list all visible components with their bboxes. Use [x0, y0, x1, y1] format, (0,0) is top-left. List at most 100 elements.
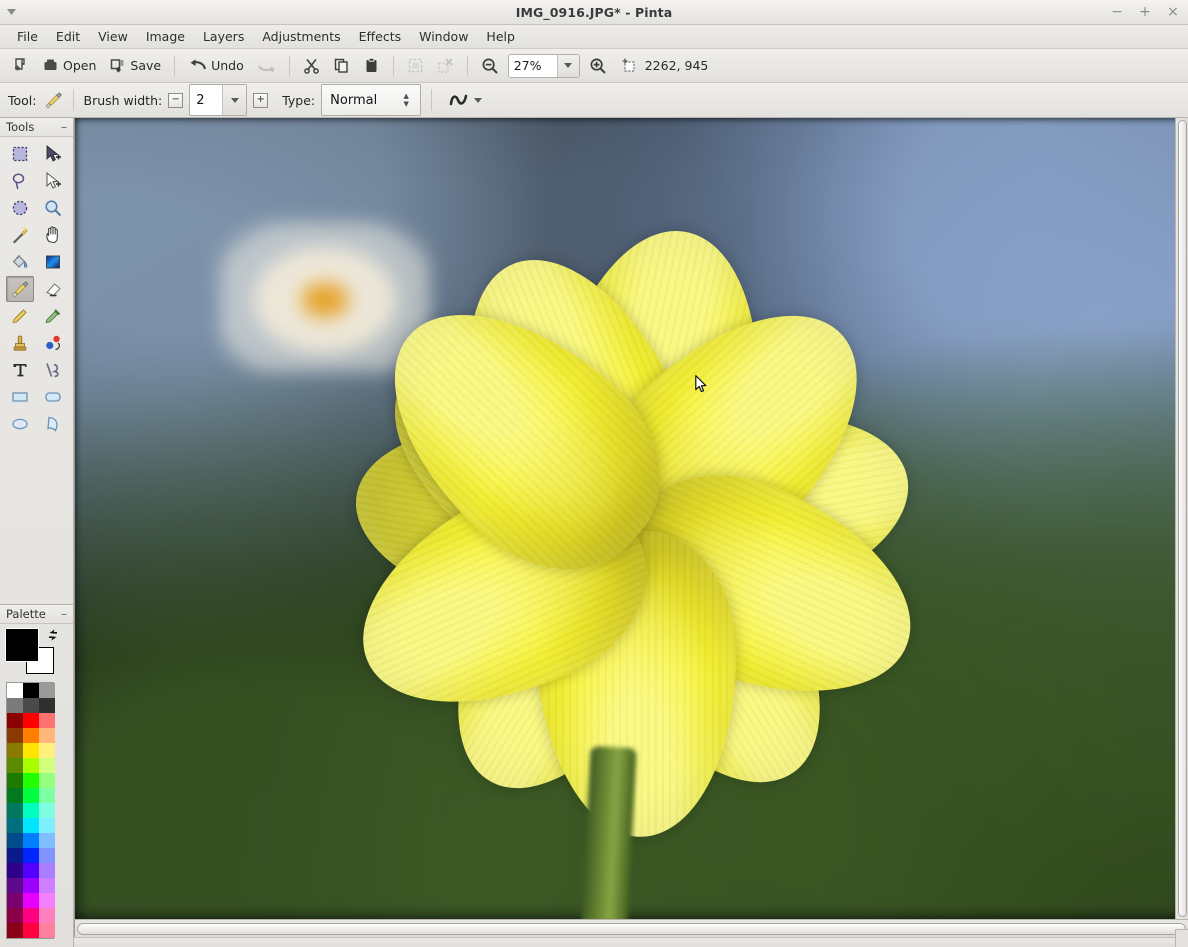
zoom-level-chevron-down-icon[interactable] [556, 54, 579, 77]
crop-to-selection-button[interactable] [401, 52, 430, 80]
tool-recolor[interactable] [39, 330, 67, 356]
brush-width-increase-button[interactable]: + [253, 92, 269, 108]
palette-swatch-13-0[interactable] [7, 878, 23, 893]
brush-width-chevron-down-icon[interactable] [222, 85, 247, 115]
menu-effects[interactable]: Effects [350, 26, 411, 47]
palette-swatch-14-1[interactable] [23, 893, 39, 908]
tool-color-picker[interactable] [39, 303, 67, 329]
palette-swatch-0-2[interactable] [39, 683, 55, 698]
palette-swatch-0-0[interactable] [7, 683, 23, 698]
tool-ellipse-select[interactable] [6, 195, 34, 221]
window-menu-chevron-down-icon[interactable] [0, 0, 22, 25]
undo-button[interactable]: Undo [182, 52, 250, 80]
palette-swatch-5-1[interactable] [23, 758, 39, 773]
palette-swatch-4-0[interactable] [7, 743, 23, 758]
canvas-horizontal-scrollbar[interactable] [74, 919, 1188, 937]
new-image-button[interactable] [6, 52, 35, 80]
menu-layers[interactable]: Layers [194, 26, 253, 47]
blend-mode-button[interactable] [442, 86, 488, 114]
tool-lasso-select[interactable] [6, 168, 34, 194]
minimize-button[interactable]: − [1110, 4, 1124, 20]
palette-swatch-11-1[interactable] [23, 848, 39, 863]
palette-swatch-8-2[interactable] [39, 803, 55, 818]
redo-button[interactable] [251, 52, 282, 80]
palette-swatch-8-0[interactable] [7, 803, 23, 818]
zoom-in-button[interactable] [583, 52, 613, 80]
palette-swatch-6-2[interactable] [39, 773, 55, 788]
paste-button[interactable] [357, 52, 386, 80]
palette-swatch-13-1[interactable] [23, 878, 39, 893]
tool-freeform-shape[interactable] [39, 411, 67, 437]
palette-swatch-12-2[interactable] [39, 863, 55, 878]
palette-swatch-7-0[interactable] [7, 788, 23, 803]
deselect-button[interactable] [431, 52, 460, 80]
palette-swatch-11-2[interactable] [39, 848, 55, 863]
palette-swatch-9-2[interactable] [39, 818, 55, 833]
zoom-out-button[interactable] [475, 52, 505, 80]
palette-swatch-15-0[interactable] [7, 908, 23, 923]
palette-swatch-14-0[interactable] [7, 893, 23, 908]
menu-view[interactable]: View [89, 26, 137, 47]
menu-window[interactable]: Window [410, 26, 477, 47]
tool-gradient[interactable] [39, 249, 67, 275]
tool-rectangle[interactable] [6, 384, 34, 410]
palette-swatch-1-1[interactable] [23, 698, 39, 713]
zoom-level-combobox[interactable]: 27% [507, 53, 580, 78]
palette-swatch-9-1[interactable] [23, 818, 39, 833]
menu-image[interactable]: Image [137, 26, 194, 47]
tool-pencil[interactable] [6, 303, 34, 329]
image-canvas[interactable] [74, 118, 1188, 919]
palette-swatch-7-2[interactable] [39, 788, 55, 803]
blend-type-value[interactable]: Normal [330, 93, 396, 108]
palette-swatch-1-2[interactable] [39, 698, 55, 713]
menu-file[interactable]: File [8, 26, 47, 47]
zoom-level-value[interactable]: 27% [508, 54, 557, 77]
tool-move-selected[interactable] [39, 141, 67, 167]
blend-mode-chevron-down-icon[interactable] [474, 97, 483, 103]
canvas-vertical-scrollbar[interactable] [1175, 118, 1188, 919]
brush-width-spinner[interactable]: 2 [189, 84, 248, 116]
palette-swatch-10-2[interactable] [39, 833, 55, 848]
palette-swatch-5-2[interactable] [39, 758, 55, 773]
copy-button[interactable] [327, 52, 356, 80]
tool-eraser[interactable] [39, 276, 67, 302]
maximize-button[interactable]: + [1138, 4, 1152, 20]
palette-swatch-12-1[interactable] [23, 863, 39, 878]
tool-ellipse[interactable] [6, 411, 34, 437]
palette-swatch-4-2[interactable] [39, 743, 55, 758]
palette-swatch-2-0[interactable] [7, 713, 23, 728]
palette-swatch-11-0[interactable] [7, 848, 23, 863]
vertical-scrollbar-thumb[interactable] [1177, 120, 1187, 917]
tool-text[interactable] [6, 357, 34, 383]
palette-swatch-16-1[interactable] [23, 923, 39, 938]
save-button[interactable]: Save [103, 52, 167, 80]
blend-type-combobox[interactable]: Normal ▲ ▼ [321, 84, 422, 116]
tool-move-selection[interactable] [39, 168, 67, 194]
palette-swatch-15-2[interactable] [39, 908, 55, 923]
palette-swatch-7-1[interactable] [23, 788, 39, 803]
palette-swatch-6-1[interactable] [23, 773, 39, 788]
palette-swatch-6-0[interactable] [7, 773, 23, 788]
horizontal-scrollbar-thumb[interactable] [77, 922, 1186, 935]
swap-colors-icon[interactable] [46, 628, 60, 642]
palette-swatch-2-1[interactable] [23, 713, 39, 728]
tools-panel-minimize-button[interactable]: – [61, 121, 69, 133]
palette-swatch-13-2[interactable] [39, 878, 55, 893]
palette-swatch-14-2[interactable] [39, 893, 55, 908]
primary-color-swatch[interactable] [6, 629, 38, 661]
tool-clone-stamp[interactable] [6, 330, 34, 356]
palette-swatch-12-0[interactable] [7, 863, 23, 878]
tool-magic-wand[interactable] [6, 222, 34, 248]
brush-width-decrease-button[interactable]: − [168, 92, 184, 108]
palette-swatch-10-1[interactable] [23, 833, 39, 848]
blend-type-stepper-icon[interactable]: ▲ ▼ [396, 93, 416, 108]
color-palette-grid[interactable] [6, 682, 55, 939]
palette-swatch-3-2[interactable] [39, 728, 55, 743]
tool-rectangle-select[interactable] [6, 141, 34, 167]
palette-swatch-9-0[interactable] [7, 818, 23, 833]
palette-swatch-3-0[interactable] [7, 728, 23, 743]
tool-paint-bucket[interactable] [6, 249, 34, 275]
tool-line-curve[interactable] [39, 357, 67, 383]
palette-swatch-0-1[interactable] [23, 683, 39, 698]
palette-swatch-4-1[interactable] [23, 743, 39, 758]
